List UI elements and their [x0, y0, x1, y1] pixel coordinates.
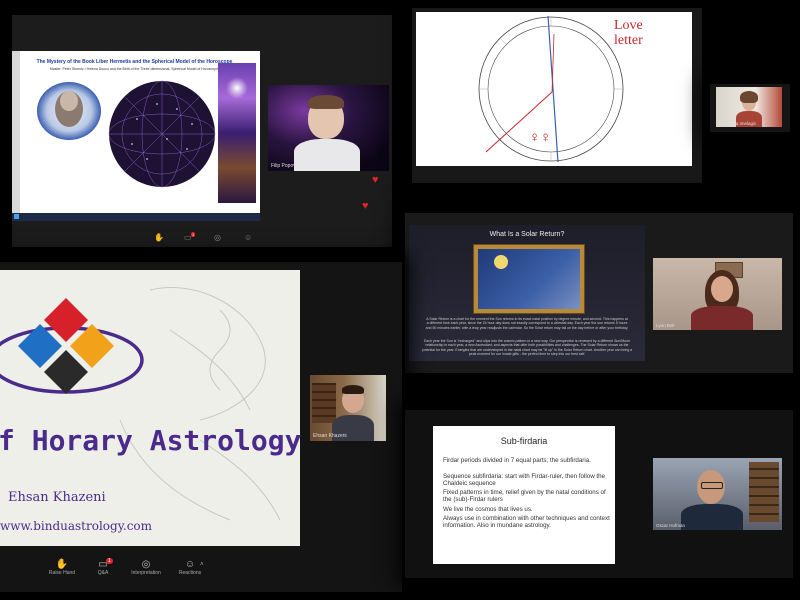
bindu-logo — [0, 298, 144, 394]
meeting-window-solar-return: What Is a Solar Return? A Solar Return i… — [405, 213, 793, 373]
love-letter-text: Love letter — [614, 18, 643, 48]
meeting-window-love-letter: ♀ ♀ Love letter — [412, 8, 702, 183]
qa-badge: 1 — [106, 558, 113, 564]
shared-screen-horary: f Horary Astrology Ehsan Khazeni www.bin… — [0, 270, 302, 546]
firdaria-bullet: Fixed patterns in time, relief given by … — [443, 489, 606, 504]
portrait-medallion — [37, 82, 101, 140]
windows-start-icon[interactable] — [14, 214, 19, 219]
qa-badge: 1 — [191, 232, 196, 237]
participant-name-oscar: Oscar Hofman — [656, 523, 686, 528]
sun-icon — [494, 255, 508, 269]
venus-glyph-icon: ♀ — [540, 129, 552, 146]
firdaria-title: Sub-firdaria — [500, 436, 548, 446]
lynn-shirt — [691, 306, 753, 330]
star-sparkle — [226, 77, 248, 99]
horary-author: Ehsan Khazeni — [8, 490, 106, 505]
solar-return-para2: Each year the Sun is "recharged" and sli… — [421, 339, 633, 357]
hermetis-slide-subtitle: Master: Peter Stonolv • Helena Douvo and… — [49, 67, 219, 71]
video-tile-oscar[interactable]: Oscar Hofman — [653, 458, 782, 530]
solar-return-title: What Is a Solar Return? — [489, 231, 565, 238]
video-tile-lynn[interactable]: Lynn Bell — [653, 258, 782, 330]
interpretation-label: Interpretation — [131, 570, 161, 576]
raise-hand-label: Raise Hand — [48, 570, 76, 576]
interpretation-button[interactable]: ◎ Interpretation — [122, 559, 170, 577]
ehsan-hair — [342, 385, 364, 394]
meeting-window-horary: f Horary Astrology Ehsan Khazeni www.bin… — [0, 262, 402, 592]
globe-icon: ◎ — [141, 559, 151, 570]
horary-title: f Horary Astrology — [0, 424, 302, 457]
firdaria-bullet: Sequence subfirdaria: start with Firdar-… — [443, 473, 605, 488]
chevron-up-icon[interactable]: ˄ — [200, 562, 204, 568]
ehsan-bookshelf — [312, 383, 336, 423]
meeting-window-hermetis: The Mystery of the Book Liber Hermetis a… — [12, 15, 392, 247]
filip-shirt — [294, 139, 360, 171]
qa-button[interactable]: ▭ Q&A 1 — [88, 558, 118, 576]
participant-name-alexandra: Alexandra Imelagic — [718, 121, 757, 126]
toolbar-small-1: ✋ ▭ 1 ◎ ☺ — [152, 232, 272, 245]
solar-engraving-image — [473, 244, 585, 314]
reactions-label: Reactions — [178, 570, 202, 576]
solar-engraving-sky — [478, 249, 580, 309]
shared-screen-firdaria: Sub-firdaria Firdar periods divided in 7… — [433, 426, 615, 564]
globe-icon[interactable]: ◎ — [214, 233, 221, 242]
video-tile-ehsan[interactable]: Ehsan Khazeni — [310, 375, 386, 441]
raise-hand-button[interactable]: ✋ Raise Hand — [44, 559, 80, 577]
hermetis-slide-title: The Mystery of the Book Liber Hermetis a… — [36, 59, 233, 65]
filip-hair — [308, 95, 344, 109]
heart-reaction-icon: ♥ — [362, 200, 369, 212]
participant-name-lynn: Lynn Bell — [656, 323, 675, 328]
screen-left-strip — [12, 51, 20, 213]
hand-icon: ✋ — [55, 559, 69, 570]
oscar-bookshelf — [749, 462, 779, 522]
meeting-window-firdaria: Sub-firdaria Firdar periods divided in 7… — [405, 410, 793, 578]
lynn-avatar-video — [711, 276, 733, 302]
firdaria-bullet: Always use in combination with other tec… — [443, 515, 610, 530]
heart-reaction-icon: ♥ — [372, 174, 379, 186]
qa-icon: ▭ — [98, 559, 108, 570]
oscar-glasses — [701, 482, 723, 489]
celestial-sphere — [108, 80, 216, 188]
participant-name-filip: Filip Popov — [271, 163, 296, 169]
venus-glyph-icon: ♀ — [529, 129, 541, 146]
oscar-shirt — [681, 504, 743, 530]
qa-label: Q&A — [97, 570, 109, 576]
hand-icon[interactable]: ✋ — [154, 233, 164, 242]
video-tile-alexandra[interactable]: Alexandra Imelagic — [716, 87, 782, 127]
firdaria-bullet: Firdar periods divided in 7 equal parts;… — [443, 457, 591, 464]
firdaria-bullet: We live the cosmos that lives us. — [443, 506, 533, 513]
solar-return-para1: A Solar Return is a chart for the moment… — [425, 317, 629, 330]
shared-screen-hermetis: The Mystery of the Book Liber Hermetis a… — [12, 51, 260, 221]
video-tile-filip[interactable]: Filip Popov — [268, 85, 389, 171]
windows-taskbar — [12, 213, 260, 221]
reactions-icon[interactable]: ☺ — [244, 233, 252, 242]
shared-screen-solar-return: What Is a Solar Return? A Solar Return i… — [409, 225, 645, 361]
participant-name-ehsan: Ehsan Khazeni — [313, 433, 347, 439]
meeting-window-alexandra: Alexandra Imelagic — [710, 84, 790, 132]
shared-screen-love-letter: ♀ ♀ Love letter — [416, 12, 692, 166]
horary-url: www.binduastrology.com — [0, 519, 153, 533]
alexandra-hair — [740, 91, 758, 103]
